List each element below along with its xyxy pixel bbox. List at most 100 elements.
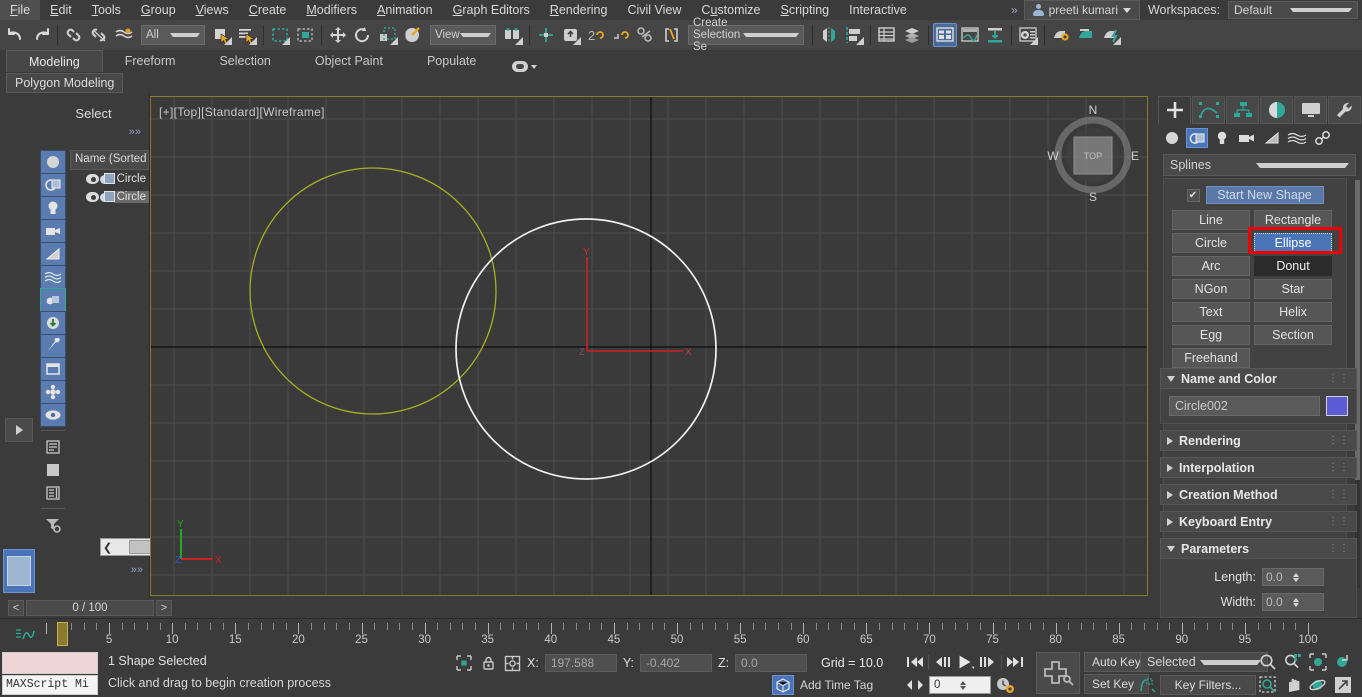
bind-to-spacewarp-icon[interactable] <box>112 23 136 47</box>
spinner-snap-toggle-icon[interactable] <box>634 23 658 47</box>
lights-filter-icon[interactable] <box>40 196 66 220</box>
align-icon[interactable] <box>842 23 866 47</box>
angle-snap-toggle-icon[interactable]: 2 <box>584 23 608 47</box>
scene-layers-icon[interactable] <box>900 23 924 47</box>
modify-tab[interactable] <box>1192 96 1225 124</box>
viewport-layout-thumbnail[interactable] <box>3 549 35 593</box>
previous-frame-button[interactable]: < <box>8 600 24 616</box>
pan-icon[interactable] <box>1283 675 1303 695</box>
length-spinner[interactable]: 0.0 <box>1262 568 1324 586</box>
menu-edit[interactable]: Edit <box>40 0 82 20</box>
go-to-end-icon[interactable] <box>1005 652 1025 672</box>
maximize-viewport-icon[interactable] <box>1333 675 1353 695</box>
ngon-button[interactable]: NGon <box>1172 279 1250 299</box>
select-and-manipulate-icon[interactable] <box>534 23 558 47</box>
selection-lock-region-icon[interactable] <box>455 654 473 672</box>
ribbon-tab-populate[interactable]: Populate <box>405 50 498 72</box>
systems-icon[interactable] <box>1311 128 1333 148</box>
columns-icon[interactable] <box>40 481 66 505</box>
spinner-arrows-icon[interactable] <box>1293 598 1320 607</box>
menu-file[interactable]: File <box>0 0 40 20</box>
containers-filter-icon[interactable] <box>40 357 66 381</box>
select-and-rotate-icon[interactable] <box>351 23 375 47</box>
key-mode-combo[interactable]: Selected <box>1140 652 1268 672</box>
time-slider-handle[interactable] <box>57 622 68 646</box>
menu-tools[interactable]: Tools <box>82 0 131 20</box>
rectangular-selection-region-icon[interactable] <box>268 23 292 47</box>
material-editor-icon[interactable] <box>1016 23 1040 47</box>
start-new-shape-button[interactable]: Start New Shape <box>1206 186 1324 204</box>
groups-filter-icon[interactable] <box>40 288 66 312</box>
menu-animation[interactable]: Animation <box>367 0 443 20</box>
ribbon-tab-freeform[interactable]: Freeform <box>103 50 198 72</box>
toggle-scene-explorer-icon[interactable] <box>933 23 957 47</box>
eye-icon[interactable] <box>86 192 98 202</box>
user-account-menu[interactable]: preeti kumari <box>1024 0 1140 20</box>
zoom-extents-icon[interactable] <box>1308 652 1328 672</box>
section-button[interactable]: Section <box>1254 325 1332 345</box>
menu-graph-editors[interactable]: Graph Editors <box>443 0 540 20</box>
text-button[interactable]: Text <box>1172 302 1250 322</box>
set-key-filters-icon[interactable] <box>1138 675 1156 695</box>
viewport-canvas[interactable]: Y X Z Y X Z TOP N S W E <box>151 97 1148 596</box>
mirror-icon[interactable] <box>817 23 841 47</box>
menu-interactive[interactable]: Interactive <box>839 0 917 20</box>
percent-snap-toggle-icon[interactable] <box>609 23 633 47</box>
field-of-view-icon[interactable] <box>1333 652 1353 672</box>
panel-view-icon[interactable] <box>40 458 66 482</box>
rectangle-button[interactable]: Rectangle <box>1254 210 1332 230</box>
utilities-tab[interactable] <box>1328 96 1361 124</box>
key-mode-toggle-icon[interactable] <box>905 675 925 695</box>
unlink-selection-icon[interactable] <box>87 23 111 47</box>
key-filters-button[interactable]: Key Filters... <box>1160 675 1256 695</box>
helix-button[interactable]: Helix <box>1254 302 1332 322</box>
arc-button[interactable]: Arc <box>1172 256 1250 276</box>
list-view-icon[interactable] <box>40 435 66 459</box>
menu-rendering[interactable]: Rendering <box>540 0 618 20</box>
open-mini-curve-editor-icon[interactable] <box>14 627 36 643</box>
rollout-header-interpolation[interactable]: Interpolation ⋮⋮ <box>1160 457 1357 478</box>
maxscript-listener-output[interactable] <box>2 652 98 674</box>
named-selection-set-combo[interactable]: Create Selection Se <box>688 25 804 45</box>
auto-key-button[interactable]: Auto Key <box>1084 652 1149 672</box>
start-new-shape-checkbox[interactable]: ✔ <box>1187 189 1200 202</box>
spinner-arrows-icon[interactable] <box>960 681 986 690</box>
layer-explorer-icon[interactable] <box>875 23 899 47</box>
menu-create[interactable]: Create <box>239 0 297 20</box>
select-and-link-icon[interactable] <box>62 23 86 47</box>
current-frame-display[interactable]: 0 / 100 <box>26 600 154 616</box>
scroll-left-icon[interactable]: ❮ <box>103 541 112 554</box>
select-by-name-icon[interactable] <box>235 23 259 47</box>
helpers-icon[interactable] <box>1261 128 1283 148</box>
ribbon-tab-modeling[interactable]: Modeling <box>6 50 103 72</box>
object-color-swatch[interactable] <box>1326 396 1348 416</box>
set-key-button-large[interactable] <box>1036 652 1080 694</box>
ellipse-button[interactable]: Ellipse <box>1254 233 1332 253</box>
workspace-selector[interactable]: Default <box>1228 1 1358 19</box>
menu-scripting[interactable]: Scripting <box>770 0 839 20</box>
shapes-icon[interactable] <box>1186 128 1208 148</box>
absolute-relative-transform-icon[interactable] <box>503 654 521 672</box>
scene-explorer-column-header[interactable]: Name (Sorted A <box>70 150 149 170</box>
play-animation-icon[interactable] <box>955 652 975 672</box>
expand-strip-button[interactable] <box>5 418 33 442</box>
list-item[interactable]: Circle <box>70 188 149 206</box>
motion-tab[interactable] <box>1260 96 1293 124</box>
menu-overflow-icon[interactable]: » <box>1005 3 1024 17</box>
bones-filter-icon[interactable] <box>40 334 66 358</box>
rendered-frame-window-icon[interactable] <box>1074 23 1098 47</box>
xrefs-filter-icon[interactable] <box>40 311 66 335</box>
rollout-header-creation-method[interactable]: Creation Method ⋮⋮ <box>1160 484 1357 505</box>
timeline-ruler[interactable]: 5101520253035404550556065707580859095100… <box>46 619 1308 651</box>
menu-group[interactable]: Group <box>131 0 186 20</box>
menu-civil-view[interactable]: Civil View <box>617 0 691 20</box>
z-coordinate-field[interactable]: 0.0 <box>735 654 807 672</box>
rollout-header-rendering[interactable]: Rendering ⋮⋮ <box>1160 430 1357 451</box>
selection-filter[interactable]: All <box>141 25 205 45</box>
eye-icon[interactable] <box>86 174 98 184</box>
list-item[interactable]: Circle <box>70 170 149 188</box>
spacewarps-icon[interactable] <box>1286 128 1308 148</box>
zoom-icon[interactable] <box>1258 652 1278 672</box>
scene-explorer-expand-icon[interactable]: »» <box>129 126 141 138</box>
select-and-scale-icon[interactable] <box>376 23 400 47</box>
